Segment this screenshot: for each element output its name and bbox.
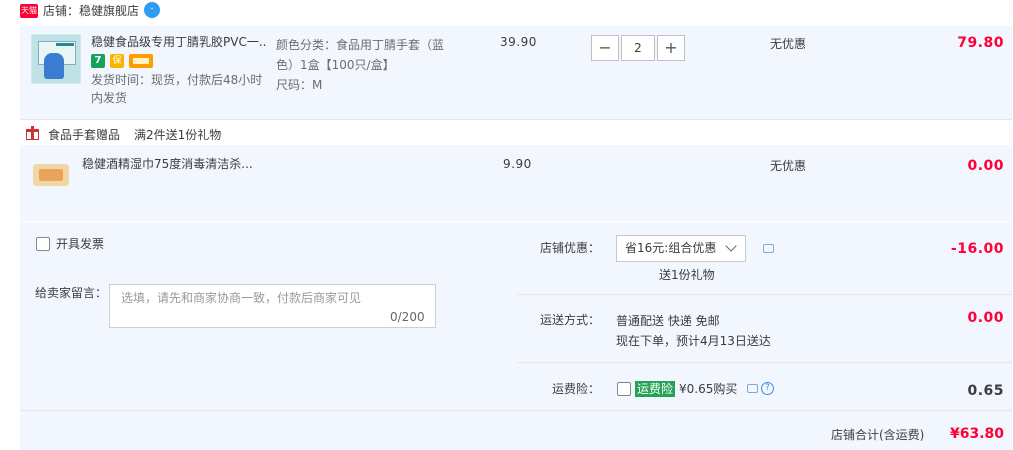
credit-card-icon[interactable] bbox=[129, 54, 153, 68]
gift-item-subtotal: 0.00 bbox=[967, 158, 1004, 174]
message-icon[interactable] bbox=[763, 244, 774, 253]
shop-total-label: 店铺合计(含运费) bbox=[831, 428, 925, 442]
chevron-down-icon bbox=[725, 240, 737, 252]
invoice-label[interactable]: 开具发票 bbox=[56, 236, 104, 252]
tmall-badge: 天猫 bbox=[20, 4, 38, 18]
gift-item-discount: 无优惠 bbox=[770, 159, 807, 173]
shop-discount-label: 店铺优惠： bbox=[539, 241, 600, 255]
divider bbox=[20, 119, 1012, 120]
product-title-link[interactable]: 稳健食品级专用丁腈乳胶PVC一... bbox=[91, 33, 266, 51]
insurance-amount: 0.65 bbox=[967, 383, 1004, 399]
divider bbox=[517, 294, 1012, 295]
insurance-checkbox[interactable] bbox=[617, 382, 631, 396]
chat-bubble-icon[interactable]: ᵕ bbox=[144, 2, 160, 18]
shop-name-link[interactable]: 店铺：稳健旗舰店 bbox=[43, 2, 139, 20]
invoice-checkbox[interactable] bbox=[36, 237, 50, 251]
ship-time-text: 发货时间：现货，付款后48小时内发货 bbox=[91, 73, 263, 105]
shop-discount-value: 省16元:组合优惠 bbox=[625, 241, 717, 255]
gift-unit-price: 9.90 bbox=[503, 157, 532, 171]
quantity-increase-button[interactable]: + bbox=[657, 35, 685, 61]
gift-rule: 满2件送1份礼物 bbox=[134, 128, 222, 142]
shop-discount-select[interactable]: 省16元:组合优惠 bbox=[616, 235, 746, 262]
shop-discount-amount: -16.00 bbox=[950, 241, 1004, 257]
sku-size: 尺码：M bbox=[276, 78, 323, 92]
divider bbox=[20, 410, 1012, 411]
message-icon[interactable] bbox=[747, 384, 758, 393]
shop-discount-note: 送1份礼物 bbox=[659, 268, 715, 282]
gift-thumbnail[interactable] bbox=[33, 164, 69, 186]
shipping-method: 普通配送 快递 免邮 现在下单，预计4月13日送达 bbox=[616, 311, 771, 351]
insurance-price: ¥0.65购买 bbox=[679, 382, 738, 396]
shipping-amount: 0.00 bbox=[967, 310, 1004, 326]
seller-message-placeholder: 选填，请先和商家协商一致，付款后商家可见 bbox=[121, 291, 362, 305]
gift-item-title-link[interactable]: 稳健酒精湿巾75度消毒清洁杀... bbox=[82, 155, 262, 173]
unit-price: 39.90 bbox=[500, 35, 537, 49]
message-char-count: 0/200 bbox=[390, 310, 425, 324]
shipping-line-2: 现在下单，预计4月13日送达 bbox=[616, 334, 771, 348]
insurance-label: 运费险： bbox=[551, 382, 600, 396]
product-thumbnail[interactable] bbox=[31, 34, 81, 84]
guarantee-icon[interactable]: 保 bbox=[110, 54, 124, 68]
sku-color: 颜色分类：食品用丁腈手套（蓝色）1盒【100只/盒】 bbox=[276, 38, 445, 72]
insurance-tag: 运费险 bbox=[635, 381, 676, 397]
shipping-label: 运送方式： bbox=[539, 313, 600, 327]
shipping-line-1: 普通配送 快递 免邮 bbox=[616, 314, 720, 328]
item-discount: 无优惠 bbox=[770, 37, 807, 51]
shop-total-amount: ¥63.80 bbox=[949, 426, 1004, 442]
order-options-panel bbox=[20, 222, 513, 450]
seven-day-return-icon[interactable]: 7 bbox=[91, 54, 105, 68]
sku-info: 颜色分类：食品用丁腈手套（蓝色）1盒【100只/盒】 尺码：M bbox=[276, 35, 451, 95]
gift-title: 食品手套赠品 bbox=[48, 128, 121, 142]
item-subtotal: 79.80 bbox=[957, 35, 1004, 51]
gift-icon bbox=[26, 126, 39, 140]
quantity-input[interactable]: 2 bbox=[621, 35, 655, 61]
message-label: 给卖家留言： bbox=[35, 286, 108, 300]
quantity-decrease-button[interactable]: − bbox=[591, 35, 619, 61]
help-icon[interactable]: ? bbox=[761, 382, 774, 395]
divider bbox=[517, 362, 1012, 363]
